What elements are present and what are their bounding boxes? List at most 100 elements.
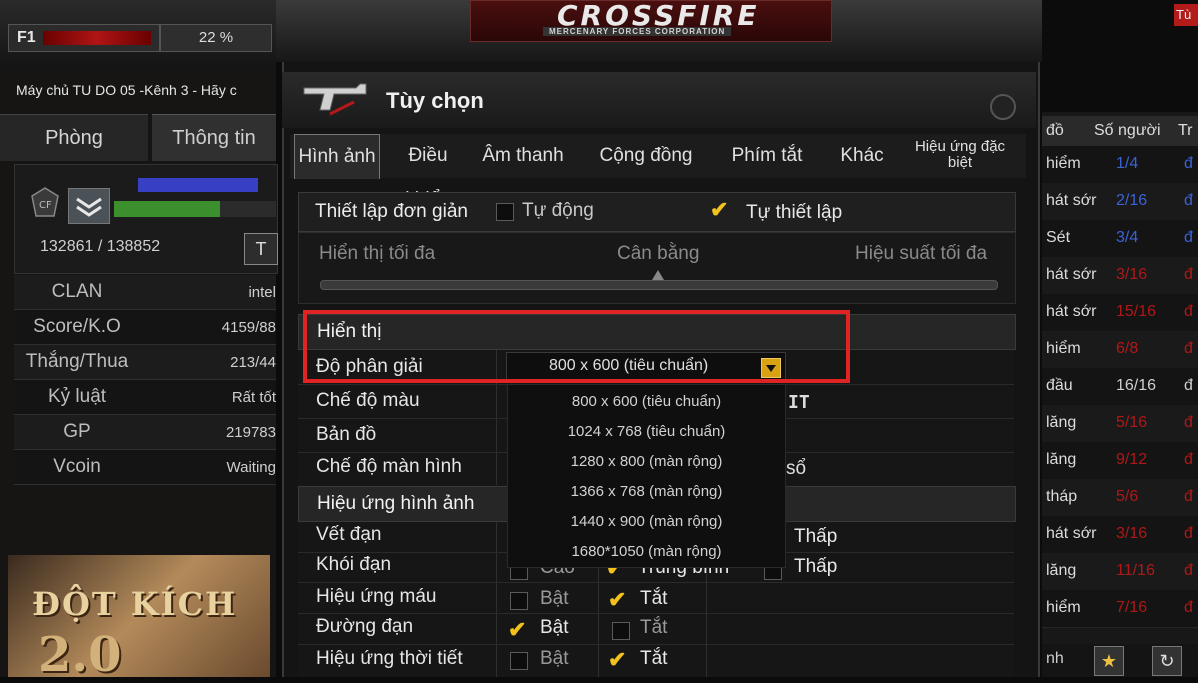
effect-option: Tắt bbox=[640, 648, 668, 669]
room-map-name: hiểm bbox=[1046, 599, 1081, 616]
col-players: Số người bbox=[1094, 122, 1161, 139]
resolution-option[interactable]: 1440 x 900 (màn rộng) bbox=[508, 507, 785, 537]
room-map-name: hiểm bbox=[1046, 155, 1081, 172]
custom-label: Tự thiết lập bbox=[746, 202, 843, 223]
room-row[interactable]: hát sớr 15/16 đ bbox=[1042, 294, 1198, 332]
room-status-mark: đ bbox=[1184, 599, 1193, 616]
room-status-mark: đ bbox=[1184, 525, 1193, 542]
room-status-mark: đ bbox=[1184, 340, 1193, 357]
dialog-title: Tùy chọn bbox=[386, 88, 484, 113]
room-player-count: 15/16 bbox=[1116, 303, 1157, 320]
custom-check-icon[interactable]: ✔ bbox=[710, 199, 728, 221]
row-divider bbox=[298, 644, 1014, 645]
tab-sound[interactable]: Âm thanh bbox=[480, 134, 566, 178]
crossfire-logo: CROSSFIRE MERCENARY FORCES CORPORATION bbox=[470, 0, 832, 42]
top-right-button[interactable]: Tù bbox=[1174, 4, 1198, 26]
map-label: Bản đồ bbox=[316, 424, 377, 445]
refresh-icon[interactable]: ↻ bbox=[1152, 646, 1182, 676]
footer-text: nh bbox=[1046, 650, 1064, 667]
room-status-mark: đ bbox=[1184, 303, 1193, 320]
username-redacted bbox=[138, 178, 258, 192]
effect-option: Thấp bbox=[794, 526, 838, 547]
tab-special-effects[interactable]: Hiệu ứng đặc biệt bbox=[912, 134, 1008, 178]
effect-option: Tắt bbox=[640, 588, 668, 609]
f1-label: F1 bbox=[17, 29, 36, 46]
check-icon[interactable]: ✔ bbox=[508, 619, 526, 641]
resolution-dropdown-list: 800 x 600 (tiêu chuẩn) 1024 x 768 (tiêu … bbox=[507, 384, 786, 568]
room-map-name: lăng bbox=[1046, 451, 1077, 468]
auto-checkbox[interactable] bbox=[496, 203, 514, 221]
effect-option: Bật bbox=[540, 648, 569, 669]
close-icon[interactable] bbox=[990, 94, 1016, 120]
room-row[interactable]: hiểm 6/8 đ bbox=[1042, 331, 1198, 369]
room-status-mark: đ bbox=[1184, 192, 1193, 209]
slider-max-performance: Hiệu suất tối đa bbox=[855, 243, 988, 264]
effect-label: Hiệu ứng thời tiết bbox=[316, 648, 463, 669]
resolution-option[interactable]: 1680*1050 (màn rộng) bbox=[508, 537, 785, 567]
screen-mode-label: Chế độ màn hình bbox=[316, 456, 462, 477]
quality-slider-track[interactable] bbox=[320, 280, 998, 290]
room-player-count: 5/6 bbox=[1116, 488, 1139, 505]
room-map-name: hát sớr bbox=[1046, 525, 1097, 542]
brand-tagline: MERCENARY FORCES CORPORATION bbox=[543, 27, 732, 36]
f1-bar[interactable]: F1 bbox=[8, 24, 160, 52]
room-row[interactable]: lăng 5/16 đ bbox=[1042, 405, 1198, 443]
room-status-mark: đ bbox=[1184, 155, 1193, 172]
room-row[interactable]: hát sớr 3/16 đ bbox=[1042, 516, 1198, 554]
tab-graphics[interactable]: Hình ảnh bbox=[294, 134, 380, 179]
t-button[interactable]: T bbox=[244, 233, 278, 265]
room-map-name: hát sớr bbox=[1046, 266, 1097, 283]
room-row[interactable]: hát sớr 3/16 đ bbox=[1042, 257, 1198, 295]
off-checkbox[interactable] bbox=[612, 622, 630, 640]
resolution-option[interactable]: 1280 x 800 (màn rộng) bbox=[508, 447, 785, 477]
room-row[interactable]: lăng 9/12 đ bbox=[1042, 442, 1198, 480]
room-row[interactable]: hiểm 1/4 đ bbox=[1042, 146, 1198, 184]
column-divider bbox=[496, 520, 497, 677]
star-icon[interactable]: ★ bbox=[1094, 646, 1124, 676]
col-status: Tr bbox=[1178, 122, 1193, 139]
room-row[interactable]: hát sớr 2/16 đ bbox=[1042, 183, 1198, 221]
tab-room[interactable]: Phòng bbox=[0, 114, 148, 161]
quality-slider-area: Hiển thị tối đa Cân bằng Hiệu suất tối đ… bbox=[298, 232, 1016, 304]
room-status-mark: đ bbox=[1184, 266, 1193, 283]
tab-other[interactable]: Khác bbox=[830, 134, 894, 178]
stat-key: GP bbox=[63, 421, 91, 442]
room-map-name: lăng bbox=[1046, 414, 1077, 431]
room-row[interactable]: đầu 16/16 đ bbox=[1042, 368, 1198, 406]
check-icon[interactable]: ✔ bbox=[608, 649, 626, 671]
game-logo-number: 2.0 bbox=[38, 627, 122, 683]
resolution-option[interactable]: 800 x 600 (tiêu chuẩn) bbox=[508, 387, 785, 417]
room-player-count: 3/16 bbox=[1116, 266, 1148, 283]
quality-slider-thumb[interactable] bbox=[652, 270, 664, 280]
room-row[interactable]: lăng 11/16 đ bbox=[1042, 553, 1198, 591]
col-map: đồ bbox=[1046, 122, 1064, 139]
room-row[interactable]: Sét 3/4 đ bbox=[1042, 220, 1198, 258]
tab-controls[interactable]: Điều khiển bbox=[386, 134, 470, 210]
room-row[interactable]: tháp 5/6 đ bbox=[1042, 479, 1198, 517]
tab-hotkeys[interactable]: Phím tắt bbox=[722, 134, 812, 178]
stat-row: Thắng/Thua 213/44 bbox=[14, 345, 276, 380]
game-logo-text: ĐỘT KÍCH bbox=[32, 585, 238, 623]
rank-chevron-icon bbox=[68, 188, 110, 224]
on-checkbox[interactable] bbox=[510, 592, 528, 610]
slider-max-display: Hiển thị tối đa bbox=[319, 243, 436, 264]
resolution-option[interactable]: 1024 x 768 (tiêu chuẩn) bbox=[508, 417, 785, 447]
room-row[interactable]: hiểm 7/16 đ bbox=[1042, 590, 1198, 628]
auto-label: Tự động bbox=[522, 200, 594, 221]
effect-label: Vết đạn bbox=[316, 524, 382, 545]
stat-row: GP 219783 bbox=[14, 415, 276, 450]
highlight-box bbox=[303, 310, 850, 383]
stat-row: Vcoin Waiting bbox=[14, 450, 276, 485]
room-status-mark: đ bbox=[1184, 229, 1193, 246]
stat-key: Score/K.O bbox=[33, 316, 121, 337]
on-checkbox[interactable] bbox=[510, 652, 528, 670]
xp-bar-empty bbox=[220, 201, 276, 217]
tab-community[interactable]: Cộng đồng bbox=[584, 134, 708, 178]
stat-row: Kỷ luật Rất tốt bbox=[14, 380, 276, 415]
room-list-footer: nh ★ ↻ bbox=[1042, 644, 1198, 677]
resolution-option[interactable]: 1366 x 768 (màn rộng) bbox=[508, 477, 785, 507]
check-icon[interactable]: ✔ bbox=[608, 589, 626, 611]
tab-info[interactable]: Thông tin bbox=[152, 114, 276, 161]
options-tabs: Hình ảnh Điều khiển Âm thanh Cộng đồng P… bbox=[290, 134, 1026, 210]
room-player-count: 7/16 bbox=[1116, 599, 1148, 616]
